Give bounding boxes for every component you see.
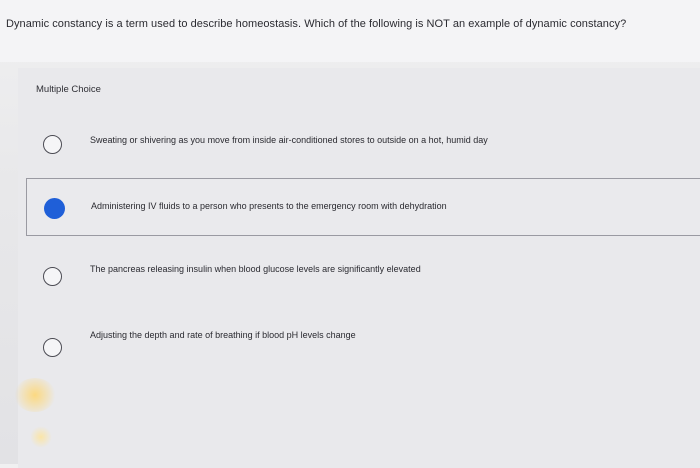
option-2-text: Administering IV fluids to a person who … xyxy=(91,201,447,211)
option-2[interactable]: Administering IV fluids to a person who … xyxy=(26,178,700,236)
radio-button-selected-icon[interactable] xyxy=(44,198,65,219)
option-4[interactable]: Adjusting the depth and rate of breathin… xyxy=(26,318,700,372)
radio-button-empty-icon[interactable] xyxy=(43,338,62,357)
radio-button-empty-icon[interactable] xyxy=(43,267,62,286)
radio-button-empty-icon[interactable] xyxy=(43,135,62,154)
question-type-label: Multiple Choice xyxy=(36,84,101,95)
question-header: Dynamic constancy is a term used to desc… xyxy=(0,0,700,62)
option-1[interactable]: Sweating or shivering as you move from i… xyxy=(26,116,700,170)
question-text: Dynamic constancy is a term used to desc… xyxy=(6,18,627,30)
option-4-text: Adjusting the depth and rate of breathin… xyxy=(90,330,356,340)
option-3[interactable]: The pancreas releasing insulin when bloo… xyxy=(26,248,700,302)
option-1-text: Sweating or shivering as you move from i… xyxy=(90,135,488,145)
option-3-text: The pancreas releasing insulin when bloo… xyxy=(90,264,421,274)
